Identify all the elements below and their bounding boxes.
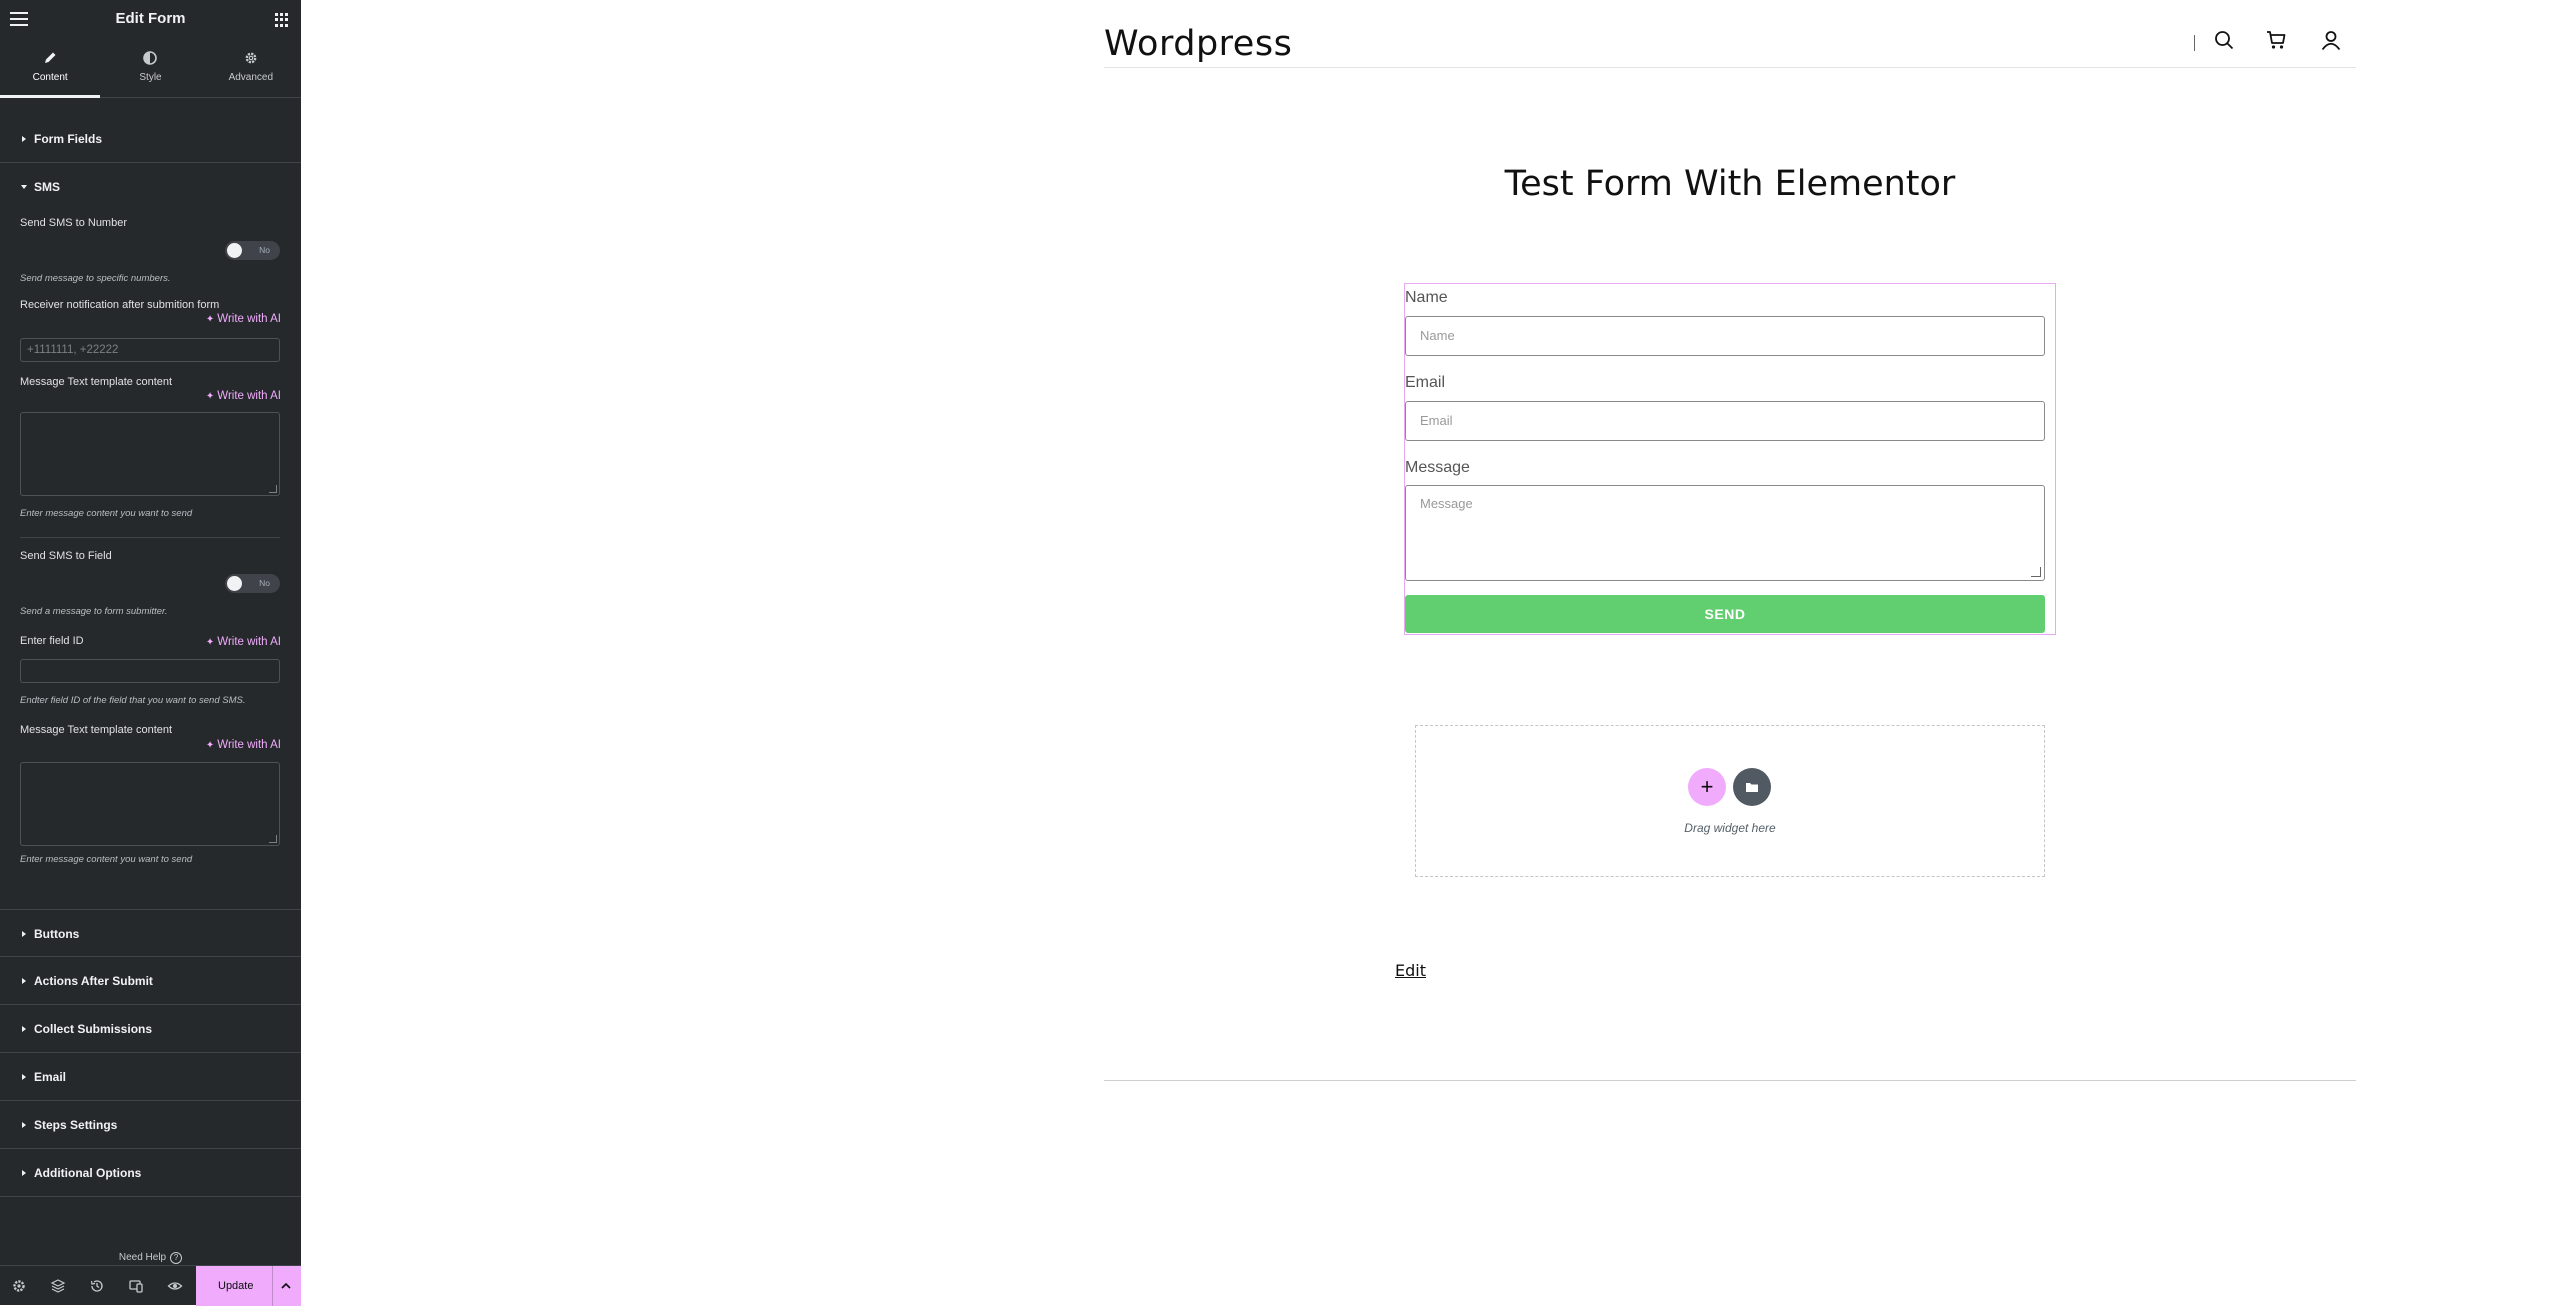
- section-sms[interactable]: SMS: [0, 163, 301, 211]
- message-label: Message: [1405, 459, 1470, 476]
- widget-drop-zone[interactable]: + Drag widget here: [1415, 725, 2045, 877]
- send-sms-number-label: Send SMS to Number: [20, 217, 127, 229]
- sparkle-icon: ✦: [205, 740, 215, 751]
- history-icon[interactable]: [89, 1278, 105, 1294]
- field-id-input[interactable]: [20, 659, 280, 683]
- widgets-grid-icon[interactable]: [275, 13, 289, 27]
- preview-eye-icon[interactable]: [167, 1278, 183, 1294]
- send-sms-number-desc: Send message to specific numbers.: [20, 273, 171, 284]
- resize-grip-icon[interactable]: [269, 485, 277, 493]
- edit-link[interactable]: Edit: [1395, 961, 1426, 980]
- drop-zone-text: Drag widget here: [1684, 821, 1776, 835]
- preview-canvas: Wordpress Test Form With Elementor Name …: [301, 0, 2558, 1305]
- form-widget[interactable]: Name Name Email Email Message Message SE…: [1404, 283, 2056, 635]
- toggle-knob: [227, 576, 242, 591]
- caret-right-icon: [22, 1074, 26, 1080]
- tab-advanced-label: Advanced: [228, 72, 274, 83]
- settings-gear-icon[interactable]: [11, 1278, 27, 1294]
- add-section-button[interactable]: +: [1688, 768, 1726, 806]
- divider: [272, 1266, 273, 1306]
- footer-divider: [1104, 1080, 2356, 1081]
- send-sms-field-toggle[interactable]: No: [225, 574, 280, 593]
- section-collect-submissions[interactable]: Collect Submissions: [0, 1005, 301, 1053]
- msg-template2-label: Message Text template content: [20, 724, 173, 736]
- sparkle-icon: ✦: [205, 391, 215, 402]
- message-textarea[interactable]: Message: [1405, 485, 2045, 581]
- tab-style-label: Style: [139, 72, 162, 83]
- send-sms-number-toggle[interactable]: No: [225, 241, 280, 260]
- panel-tabs: Content Style Advanced: [0, 40, 301, 98]
- update-button[interactable]: Update: [196, 1266, 301, 1306]
- tab-style[interactable]: Style: [100, 40, 200, 97]
- layers-icon[interactable]: [50, 1278, 66, 1294]
- caret-right-icon: [22, 1122, 26, 1128]
- write-with-ai-link[interactable]: ✦ Write with AI: [206, 390, 281, 402]
- email-input[interactable]: Email: [1405, 401, 2045, 441]
- sparkle-icon: ✦: [205, 637, 215, 648]
- section-additional-options[interactable]: Additional Options: [0, 1149, 301, 1197]
- toggle-knob: [227, 243, 242, 258]
- send-sms-field-desc: Send a message to form submitter.: [20, 606, 168, 617]
- pencil-icon: [45, 52, 56, 63]
- write-with-ai-link[interactable]: ✦ Write with AI: [206, 313, 281, 325]
- caret-right-icon: [22, 136, 26, 142]
- caret-down-icon: [21, 185, 27, 189]
- divider: [2194, 35, 2195, 51]
- msg-template-textarea[interactable]: [20, 412, 280, 496]
- send-sms-field-label: Send SMS to Field: [20, 550, 112, 562]
- site-title[interactable]: Wordpress: [1104, 24, 1292, 64]
- section-buttons[interactable]: Buttons: [0, 909, 301, 957]
- email-label: Email: [1405, 374, 1446, 391]
- help-circle-icon: ?: [170, 1252, 183, 1264]
- message-placeholder: Message: [1420, 496, 1473, 511]
- page-heading: Test Form With Elementor: [1504, 164, 1956, 204]
- responsive-mode-icon[interactable]: [128, 1278, 144, 1294]
- panel-footer: Update: [0, 1265, 301, 1306]
- section-form-fields[interactable]: Form Fields: [0, 115, 301, 163]
- folder-icon: [1746, 783, 1758, 792]
- editor-panel: Edit Form Content Style Advanced Form Fi…: [0, 0, 301, 1306]
- field-id-desc: Endter field ID of the field that you wa…: [20, 695, 246, 706]
- user-icon[interactable]: [2320, 29, 2342, 51]
- caret-right-icon: [22, 1026, 26, 1032]
- caret-right-icon: [22, 1170, 26, 1176]
- resize-grip-icon[interactable]: [2031, 567, 2041, 577]
- chevron-up-icon[interactable]: [280, 1280, 292, 1292]
- tab-content-label: Content: [32, 72, 68, 83]
- section-email[interactable]: Email: [0, 1053, 301, 1101]
- resize-grip-icon[interactable]: [269, 835, 277, 843]
- sparkle-icon: ✦: [205, 314, 215, 325]
- msg-template-desc: Enter message content you want to send: [20, 508, 193, 519]
- panel-title: Edit Form: [115, 10, 186, 27]
- section-steps-settings[interactable]: Steps Settings: [0, 1101, 301, 1149]
- receiver-label: Receiver notification after submition fo…: [20, 299, 220, 311]
- tab-advanced[interactable]: Advanced: [201, 40, 301, 97]
- half-circle-icon: [143, 51, 158, 65]
- cart-icon[interactable]: [2265, 29, 2287, 51]
- msg-template-label: Message Text template content: [20, 376, 173, 388]
- msg-template2-textarea[interactable]: [20, 762, 280, 846]
- name-label: Name: [1405, 289, 1448, 306]
- divider: [20, 537, 280, 538]
- msg-template2-desc: Enter message content you want to send: [20, 854, 193, 865]
- write-with-ai-link[interactable]: ✦ Write with AI: [206, 739, 281, 751]
- caret-right-icon: [22, 931, 26, 937]
- template-library-button[interactable]: [1733, 768, 1771, 806]
- field-id-label: Enter field ID: [20, 635, 84, 647]
- section-actions-after-submit[interactable]: Actions After Submit: [0, 957, 301, 1005]
- receiver-input[interactable]: [20, 338, 280, 362]
- header-divider: [1104, 67, 2356, 68]
- gear-icon: [245, 52, 257, 64]
- tab-content[interactable]: Content: [0, 40, 101, 98]
- caret-right-icon: [22, 978, 26, 984]
- send-button[interactable]: SEND: [1405, 595, 2045, 633]
- need-help-link[interactable]: Need Help?: [0, 1252, 301, 1264]
- write-with-ai-link[interactable]: ✦ Write with AI: [206, 636, 281, 648]
- name-input[interactable]: Name: [1405, 316, 2045, 356]
- search-icon[interactable]: [2213, 29, 2235, 51]
- panel-header: Edit Form: [0, 0, 301, 40]
